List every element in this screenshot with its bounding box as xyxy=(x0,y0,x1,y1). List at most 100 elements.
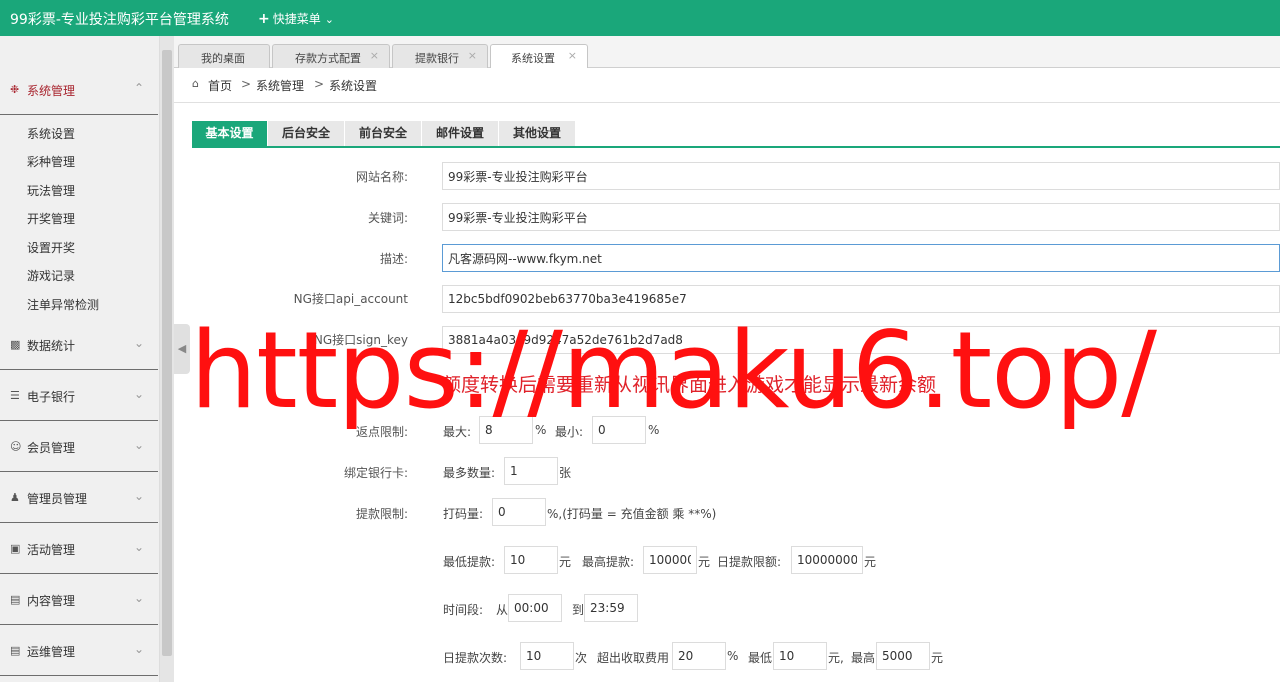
card-unit: 张 xyxy=(559,466,572,480)
chevron-down-icon: ⌄ xyxy=(134,489,145,503)
gear-icon: ❉ xyxy=(10,83,20,96)
sidebar-section-system[interactable]: ❉ 系统管理 ⌃ xyxy=(0,65,158,115)
yuan-unit: 元 xyxy=(698,555,711,569)
tab-other-settings[interactable]: 其他设置 xyxy=(499,121,575,146)
rebate-label: 返点限制: xyxy=(355,425,408,439)
tab-deposit-config[interactable]: 存款方式配置 × xyxy=(272,44,390,68)
bind-card-label: 绑定银行卡: xyxy=(343,466,408,480)
tab-basic-settings[interactable]: 基本设置 xyxy=(192,121,267,146)
rebate-min-input[interactable] xyxy=(592,416,646,444)
chevron-down-icon: ⌄ xyxy=(134,591,145,605)
tab-system-settings[interactable]: 系统设置 × xyxy=(490,44,588,69)
sidebar-scrollbar-thumb[interactable] xyxy=(162,50,172,656)
app-title: 99彩票-专业投注购彩平台管理系统 xyxy=(10,12,229,28)
sidebar-section-label: 会员管理 xyxy=(27,441,76,455)
max-withdraw-input[interactable] xyxy=(643,546,697,574)
fee-input[interactable] xyxy=(672,642,726,670)
sidebar-item-lottery-types[interactable]: 彩种管理 xyxy=(27,153,75,170)
sidebar-item-bet-anomaly[interactable]: 注单异常检测 xyxy=(27,296,99,313)
yuan-unit: 元 xyxy=(931,651,944,665)
close-icon[interactable]: × xyxy=(468,49,477,62)
ng-api-account-input[interactable] xyxy=(442,285,1280,313)
fee-max-input[interactable] xyxy=(876,642,930,670)
sidebar-section-ops[interactable]: ▤ 运维管理 ⌄ xyxy=(0,626,158,676)
fee-min-input[interactable] xyxy=(773,642,827,670)
admin-icon: ♟ xyxy=(10,491,20,504)
breadcrumb-system-management[interactable]: 系统管理 xyxy=(256,77,304,94)
settings-tabs: 基本设置 后台安全 前台安全 邮件设置 其他设置 xyxy=(192,121,1280,148)
rebate-max-input[interactable] xyxy=(479,416,533,444)
book-icon: ▤ xyxy=(10,644,21,657)
tab-label: 我的桌面 xyxy=(201,52,245,65)
description-label: 描述: xyxy=(379,252,408,266)
sidebar-item-set-draw[interactable]: 设置开奖 xyxy=(27,239,75,256)
min-withdraw-label: 最低提款: xyxy=(443,555,496,569)
tab-label: 存款方式配置 xyxy=(295,52,361,65)
site-name-input[interactable] xyxy=(442,162,1280,190)
close-icon[interactable]: × xyxy=(568,49,577,62)
tab-email-settings[interactable]: 邮件设置 xyxy=(422,121,498,146)
fee-min-unit: 元, xyxy=(828,651,844,665)
sidebar-section-activities[interactable]: ▣ 活动管理 ⌄ xyxy=(0,524,158,574)
bet-amount-note: %,(打码量 = 充值金额 乘 **%) xyxy=(547,507,717,521)
ng-api-account-label: NG接口api_account xyxy=(293,292,408,306)
rebate-max-label: 最大: xyxy=(443,425,472,439)
min-withdraw-input[interactable] xyxy=(504,546,558,574)
breadcrumb-separator: > xyxy=(314,77,325,91)
sidebar-section-label: 电子银行 xyxy=(27,390,76,404)
breadcrumb-current: 系统设置 xyxy=(329,79,378,93)
sidebar-item-system-settings[interactable]: 系统设置 xyxy=(27,125,75,142)
sidebar-section-label: 数据统计 xyxy=(27,339,76,353)
chevron-down-icon: ⌄ xyxy=(134,387,145,401)
daily-limit-label: 日提款限额: xyxy=(717,555,782,569)
sidebar-section-content[interactable]: ▤ 内容管理 ⌄ xyxy=(0,575,158,625)
sidebar-item-game-records[interactable]: 游戏记录 xyxy=(27,267,75,284)
time-from-input[interactable] xyxy=(508,594,562,622)
tab-my-desktop[interactable]: 我的桌面 xyxy=(178,44,270,68)
gift-icon: ▣ xyxy=(10,542,21,555)
fee-max-label: 最高 xyxy=(851,651,876,665)
page-tab-strip: 我的桌面 存款方式配置 × 提款银行 × 系统设置 × xyxy=(174,36,1280,69)
bind-card-max-input[interactable] xyxy=(504,457,558,485)
book-icon: ▤ xyxy=(10,593,21,606)
sidebar-item-draw-management[interactable]: 开奖管理 xyxy=(27,210,75,227)
daily-limit-input[interactable] xyxy=(791,546,863,574)
bet-amount-input[interactable] xyxy=(492,498,546,526)
tab-frontend-security[interactable]: 前台安全 xyxy=(345,121,421,146)
sidebar-section-label: 运维管理 xyxy=(27,645,76,659)
balance-notice: 额度转换后需要重新从视讯界面进入游戏才能显示最新余额 xyxy=(442,374,937,396)
quick-menu-button[interactable]: + 快捷菜单 ⌄ xyxy=(258,10,334,27)
sidebar-section-label: 系统管理 xyxy=(27,84,76,98)
tab-withdraw-bank[interactable]: 提款银行 × xyxy=(392,44,488,68)
keywords-input[interactable] xyxy=(442,203,1280,231)
ng-sign-key-input[interactable] xyxy=(442,326,1280,354)
sidebar-section-label: 管理员管理 xyxy=(27,492,88,506)
bet-amount-label: 打码量: xyxy=(443,507,484,521)
chevron-down-icon: ⌄ xyxy=(134,336,145,350)
tab-label: 系统设置 xyxy=(511,52,555,65)
sidebar-section-statistics[interactable]: ▩ 数据统计 ⌄ xyxy=(0,320,158,370)
tab-backend-security[interactable]: 后台安全 xyxy=(268,121,344,146)
breadcrumb-home[interactable]: 首页 xyxy=(208,77,232,94)
close-icon[interactable]: × xyxy=(370,49,379,62)
home-icon: ⌂ xyxy=(192,77,199,90)
sidebar-item-play-rules[interactable]: 玩法管理 xyxy=(27,182,75,199)
time-to-input[interactable] xyxy=(584,594,638,622)
chevron-left-icon: ◀ xyxy=(177,342,187,355)
percent-unit: % xyxy=(727,649,739,663)
breadcrumb: ⌂ 首页 > 系统管理 > 系统设置 xyxy=(174,68,1280,103)
chevron-up-icon: ⌃ xyxy=(134,81,145,95)
site-name-label: 网站名称: xyxy=(355,170,408,184)
sidebar-section-admins[interactable]: ♟ 管理员管理 ⌄ xyxy=(0,473,158,523)
max-withdraw-label: 最高提款: xyxy=(582,555,635,569)
quick-menu-label: 快捷菜单 xyxy=(272,12,321,26)
plus-icon: + xyxy=(258,11,270,27)
fee-label: 超出收取费用 xyxy=(597,651,670,665)
bar-chart-icon: ▩ xyxy=(10,338,21,351)
sidebar-section-ebank[interactable]: ☰ 电子银行 ⌄ xyxy=(0,371,158,421)
daily-times-input[interactable] xyxy=(520,642,574,670)
description-input[interactable] xyxy=(442,244,1280,272)
ng-sign-key-label: NG接口sign_key xyxy=(313,333,408,347)
sidebar-section-members[interactable]: ☺ 会员管理 ⌄ xyxy=(0,422,158,472)
time-range-label: 时间段: xyxy=(443,603,484,617)
